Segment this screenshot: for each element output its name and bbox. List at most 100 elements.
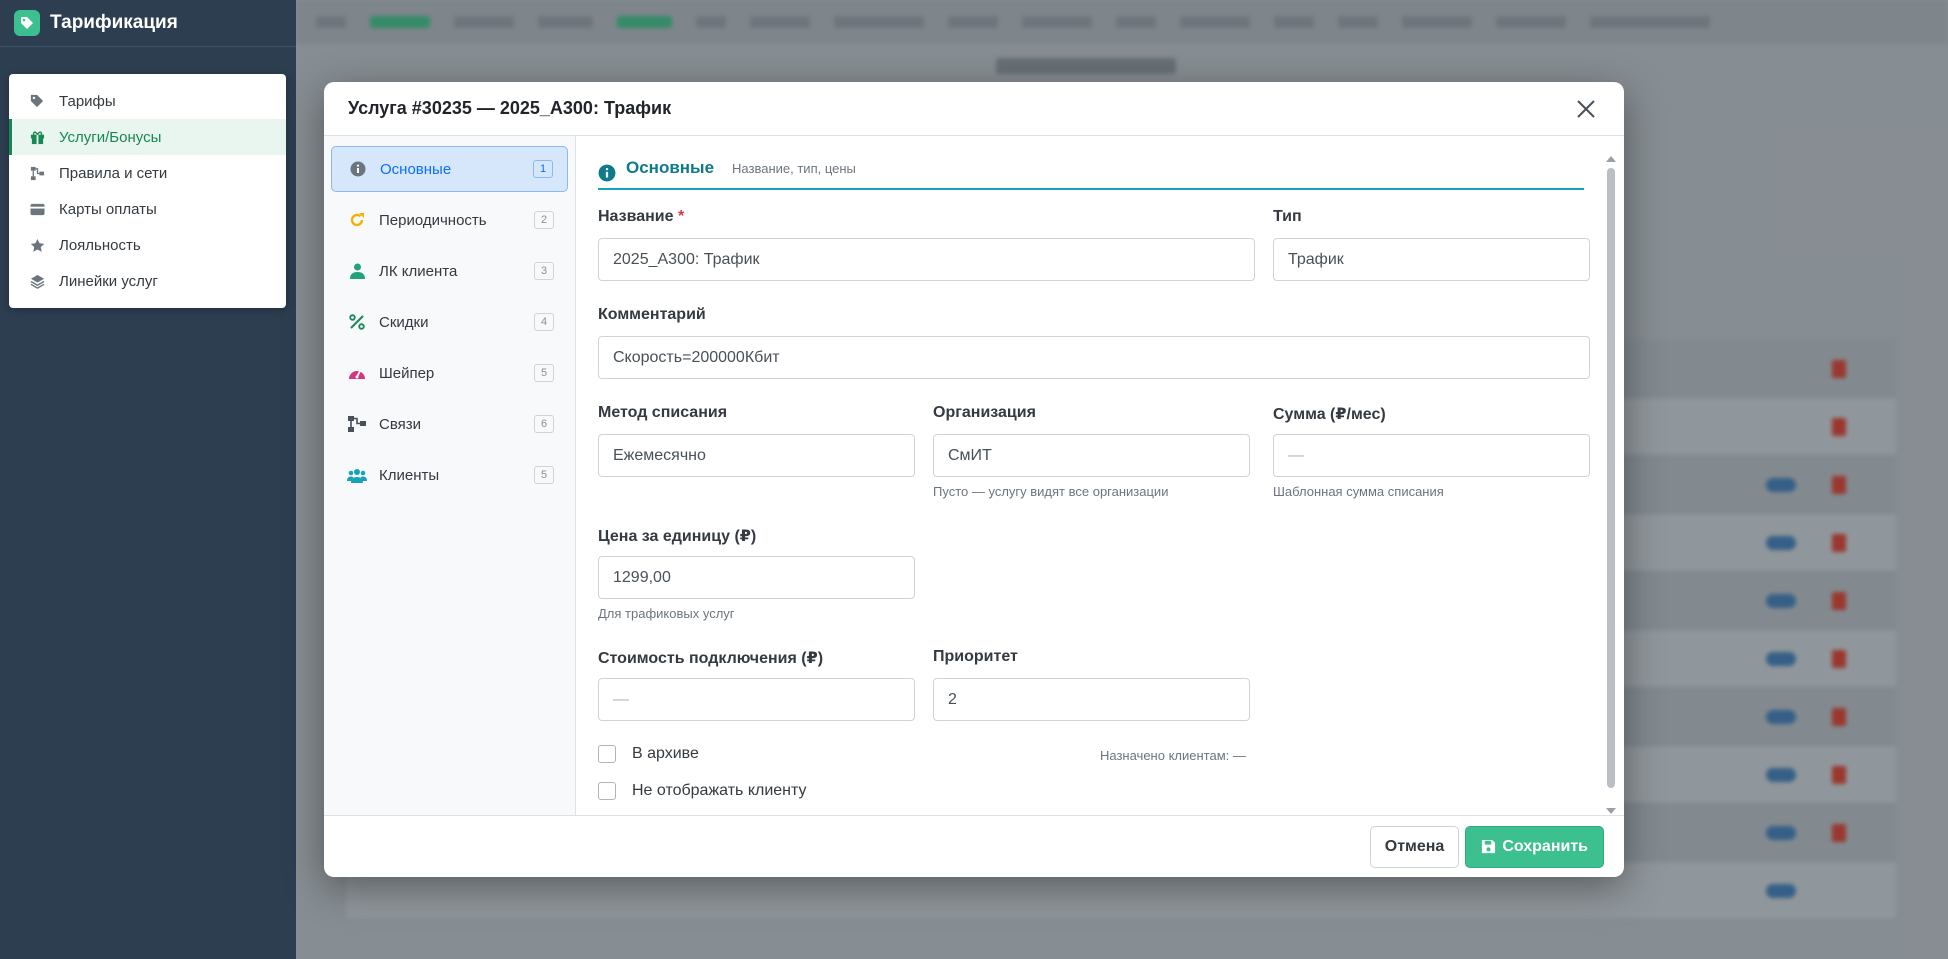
tab-number-badge: 4 [534,313,554,331]
connect-cost-label: Стоимость подключения (₽) [598,650,824,667]
section-header: Основные Название, тип, цены [598,154,1584,190]
name-input[interactable]: 2025_A300: Трафик [598,238,1255,281]
connect-cost-input[interactable]: — [598,678,915,721]
tab-periodicity[interactable]: Периодичность 2 [331,197,568,243]
tab-label: Связи [379,415,422,433]
connect-cost-field-group: Стоимость подключения (₽) — [598,648,915,721]
priority-field-group: Приоритет 2 [933,648,1250,721]
hide-client-label: Не отображать клиенту [632,782,807,799]
sum-input[interactable]: — [1273,434,1590,477]
sidebar-item-services[interactable]: Услуги/Бонусы [9,119,286,155]
unit-price-label: Цена за единицу (₽) [598,528,757,545]
sidebar-item-label: Лояльность [59,236,141,254]
org-label: Организация [933,404,1036,421]
sum-help: Шаблонная сумма списания [1273,484,1444,499]
archive-checkbox-row[interactable]: В архиве [598,745,699,763]
modal-body: Основные 1 Периодичность 2 ЛК клиента 3 … [324,136,1624,815]
tab-links[interactable]: Связи 6 [331,401,568,447]
sidebar-header: Тарификация [0,0,296,47]
sidebar-item-label: Карты оплаты [59,200,157,218]
method-label: Метод списания [598,404,728,421]
hide-client-checkbox[interactable] [598,782,616,800]
comment-field-group: Комментарий Скорость=200000Кбит [598,306,1590,379]
scrollbar-thumb[interactable] [1607,168,1615,788]
tab-clients[interactable]: Клиенты 5 [331,452,568,498]
close-button[interactable] [1572,95,1600,123]
sidebar-item-label: Тарифы [59,92,116,110]
comment-label: Комментарий [598,306,706,323]
tab-label: ЛК клиента [379,262,458,280]
sidebar-item-loyalty[interactable]: Лояльность [9,227,286,263]
sidebar: Тарификация Тарифы Услуги/Бонусы Правила… [0,0,296,959]
sidebar-item-cards[interactable]: Карты оплаты [9,191,286,227]
info-icon [598,164,616,182]
redo-icon [347,210,367,230]
archive-checkbox[interactable] [598,745,616,763]
modal-footer: Отмена Сохранить [324,815,1624,877]
section-subtitle: Название, тип, цены [732,161,856,176]
unit-price-input[interactable]: 1299,00 [598,556,915,599]
tab-discounts[interactable]: Скидки 4 [331,299,568,345]
section-title: Основные [626,158,715,177]
tab-content-main: Основные Название, тип, цены Название * … [576,136,1624,815]
scroll-up-arrow-icon[interactable] [1606,156,1616,162]
hide-client-checkbox-row[interactable]: Не отображать клиенту [598,782,807,800]
app-title: Тарификация [50,12,178,33]
user-icon [347,261,367,281]
sidebar-item-tariffs[interactable]: Тарифы [9,83,286,119]
sidebar-menu: Тарифы Услуги/Бонусы Правила и сети Карт… [9,74,286,308]
service-edit-modal: Услуга #30235 — 2025_A300: Трафик Основн… [324,82,1624,877]
sidebar-item-label: Линейки услуг [59,272,158,290]
diagram-icon [347,414,367,434]
save-button-label: Сохранить [1502,837,1588,855]
tab-number-badge: 3 [534,262,554,280]
comment-input[interactable]: Скорость=200000Кбит [598,336,1590,379]
required-marker: * [677,208,685,225]
tab-shaper[interactable]: Шейпер 5 [331,350,568,396]
floppy-disk-icon [1481,839,1496,854]
tab-label: Клиенты [379,466,440,484]
priority-label: Приоритет [933,648,1018,665]
org-help: Пусто — услугу видят все организации [933,484,1169,499]
content-scrollbar[interactable] [1606,154,1616,814]
modal-header: Услуга #30235 — 2025_A300: Трафик [324,82,1624,136]
cancel-button[interactable]: Отмена [1369,825,1460,868]
percent-icon [347,312,367,332]
tab-number-badge: 5 [534,466,554,484]
priority-input[interactable]: 2 [933,678,1250,721]
speedometer-icon [347,363,367,383]
org-field-group: Организация СмИТ Пусто — услугу видят вс… [933,404,1250,499]
modal-title: Услуга #30235 — 2025_A300: Трафик [348,98,672,118]
layers-icon [27,271,47,291]
modal-tabs: Основные 1 Периодичность 2 ЛК клиента 3 … [324,136,576,815]
method-select[interactable]: Ежемесячно [598,434,915,477]
tab-number-badge: 2 [534,211,554,229]
sum-label: Сумма (₽/мес) [1273,406,1386,423]
users-icon [347,465,367,485]
unit-price-help: Для трафиковых услуг [598,606,735,621]
sum-field-group: Сумма (₽/мес) — Шаблонная сумма списания [1273,404,1590,499]
tab-number-badge: 5 [534,364,554,382]
org-input[interactable]: СмИТ [933,434,1250,477]
sidebar-item-rules[interactable]: Правила и сети [9,155,286,191]
unit-price-field-group: Цена за единицу (₽) 1299,00 Для трафиков… [598,526,915,621]
tag-icon [27,91,47,111]
scroll-down-arrow-icon[interactable] [1606,808,1616,814]
tab-label: Периодичность [379,211,487,229]
name-field-group: Название * 2025_A300: Трафик [598,208,1255,281]
tab-client-account[interactable]: ЛК клиента 3 [331,248,568,294]
name-label: Название * [598,208,685,225]
save-button[interactable]: Сохранить [1465,825,1604,868]
network-icon [27,163,47,183]
sidebar-item-lines[interactable]: Линейки услуг [9,263,286,299]
credit-card-icon [27,199,47,219]
tab-main[interactable]: Основные 1 [331,146,568,192]
sidebar-item-label: Правила и сети [59,164,168,182]
star-icon [27,235,47,255]
type-input[interactable]: Трафик [1273,238,1590,281]
gift-icon [27,127,47,147]
tab-label: Основные [380,160,452,178]
tab-label: Скидки [379,313,429,331]
info-icon [348,159,368,179]
assigned-clients-text: Назначено клиентам: — [1100,748,1246,763]
